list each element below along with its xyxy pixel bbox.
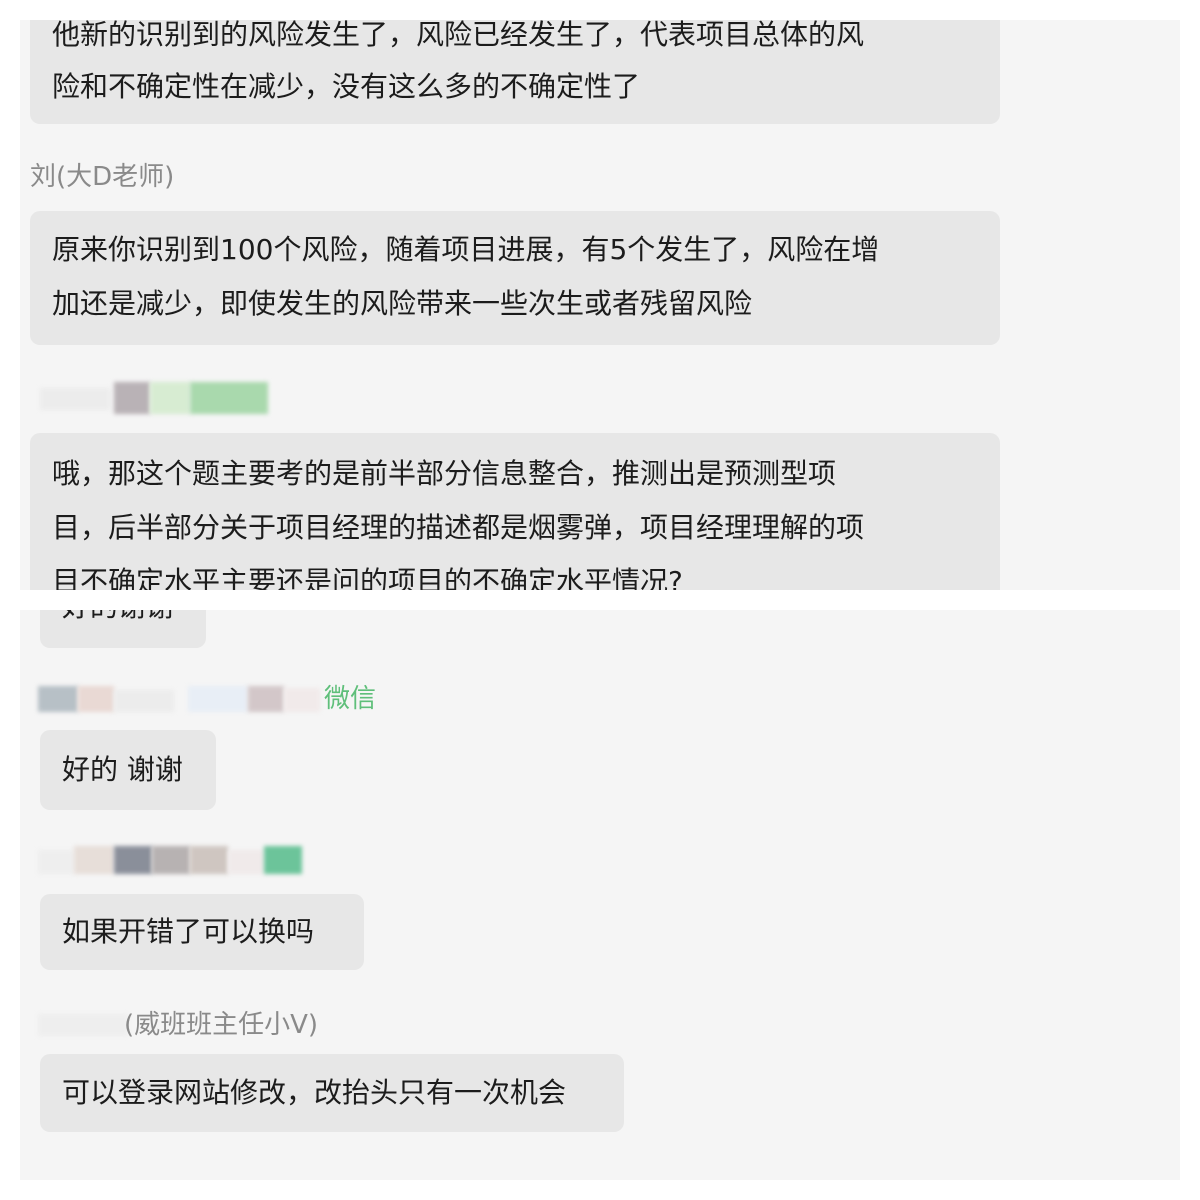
message-bubble: 原来你识别到100个风险，随着项目进展，有5个发生了，风险在增 加还是减少，即使… xyxy=(30,211,1000,345)
message-text: 可以登录网站修改，改抬头只有一次机会 xyxy=(62,1076,567,1109)
chat-panel-top: 他新的识别到的风险发生了，风险已经发生了，代表项目总体的风 险和不确定性在减少，… xyxy=(20,20,1180,590)
message-bubble: 如果开错了可以换吗 xyxy=(40,894,364,970)
avatar xyxy=(74,846,114,874)
message-line: 目，后半部分关于项目经理的描述都是烟雾弹，项目经理理解的项 xyxy=(52,511,865,544)
avatar xyxy=(228,850,264,874)
avatar xyxy=(40,388,110,410)
message-bubble: 哦，那这个题主要考的是前半部分信息整合，推测出是预测型项 目，后半部分关于项目经… xyxy=(30,433,1000,590)
avatar xyxy=(114,690,174,712)
message-line: 哦，那这个题主要考的是前半部分信息整合，推测出是预测型项 xyxy=(52,457,837,490)
avatar xyxy=(38,850,74,874)
avatar xyxy=(284,688,320,712)
message-text: 好的 谢谢 xyxy=(62,753,183,786)
wechat-label: 微信 xyxy=(324,684,377,714)
avatar xyxy=(264,846,302,874)
message-text: 如果开错了可以换吗 xyxy=(62,915,315,948)
blurred-sender-name xyxy=(30,382,330,422)
avatar xyxy=(248,686,284,712)
sender-name: (威班班主任小V) xyxy=(124,1010,319,1040)
sender-row: (威班班主任小V) xyxy=(38,1008,368,1044)
chat-panel-bottom: 好的谢谢 微信 好的 谢谢 如果开错了可以换吗 (威班班主任小V) 可以登录网站… xyxy=(20,610,1180,1180)
avatar xyxy=(114,846,152,874)
blurred-sender-name xyxy=(38,844,338,880)
avatar xyxy=(38,1014,128,1036)
blurred-sender-name: 微信 xyxy=(38,682,418,722)
message-bubble: 好的谢谢 xyxy=(40,610,206,648)
message-line: 加还是减少，即使发生的风险带来一些次生或者残留风险 xyxy=(52,287,753,320)
message-line: 目不确定水平主要还是问的项目的不确定水平情况? xyxy=(52,565,683,590)
message-line: 险和不确定性在减少，没有这么多的不确定性了 xyxy=(52,70,641,103)
avatar xyxy=(38,686,78,712)
sender-name: 刘(大D老师) xyxy=(30,162,175,192)
avatar xyxy=(114,382,150,414)
message-bubble: 好的 谢谢 xyxy=(40,730,216,810)
message-text: 好的谢谢 xyxy=(62,610,184,634)
avatar xyxy=(78,686,114,712)
avatar xyxy=(190,382,268,414)
avatar xyxy=(150,382,190,414)
avatar xyxy=(188,686,248,712)
message-bubble: 他新的识别到的风险发生了，风险已经发生了，代表项目总体的风 险和不确定性在减少，… xyxy=(30,20,1000,124)
message-line: 原来你识别到100个风险，随着项目进展，有5个发生了，风险在增 xyxy=(52,233,880,266)
message-bubble: 可以登录网站修改，改抬头只有一次机会 xyxy=(40,1054,624,1132)
message-line: 他新的识别到的风险发生了，风险已经发生了，代表项目总体的风 xyxy=(52,20,865,51)
avatar xyxy=(190,846,228,874)
avatar xyxy=(152,846,190,874)
